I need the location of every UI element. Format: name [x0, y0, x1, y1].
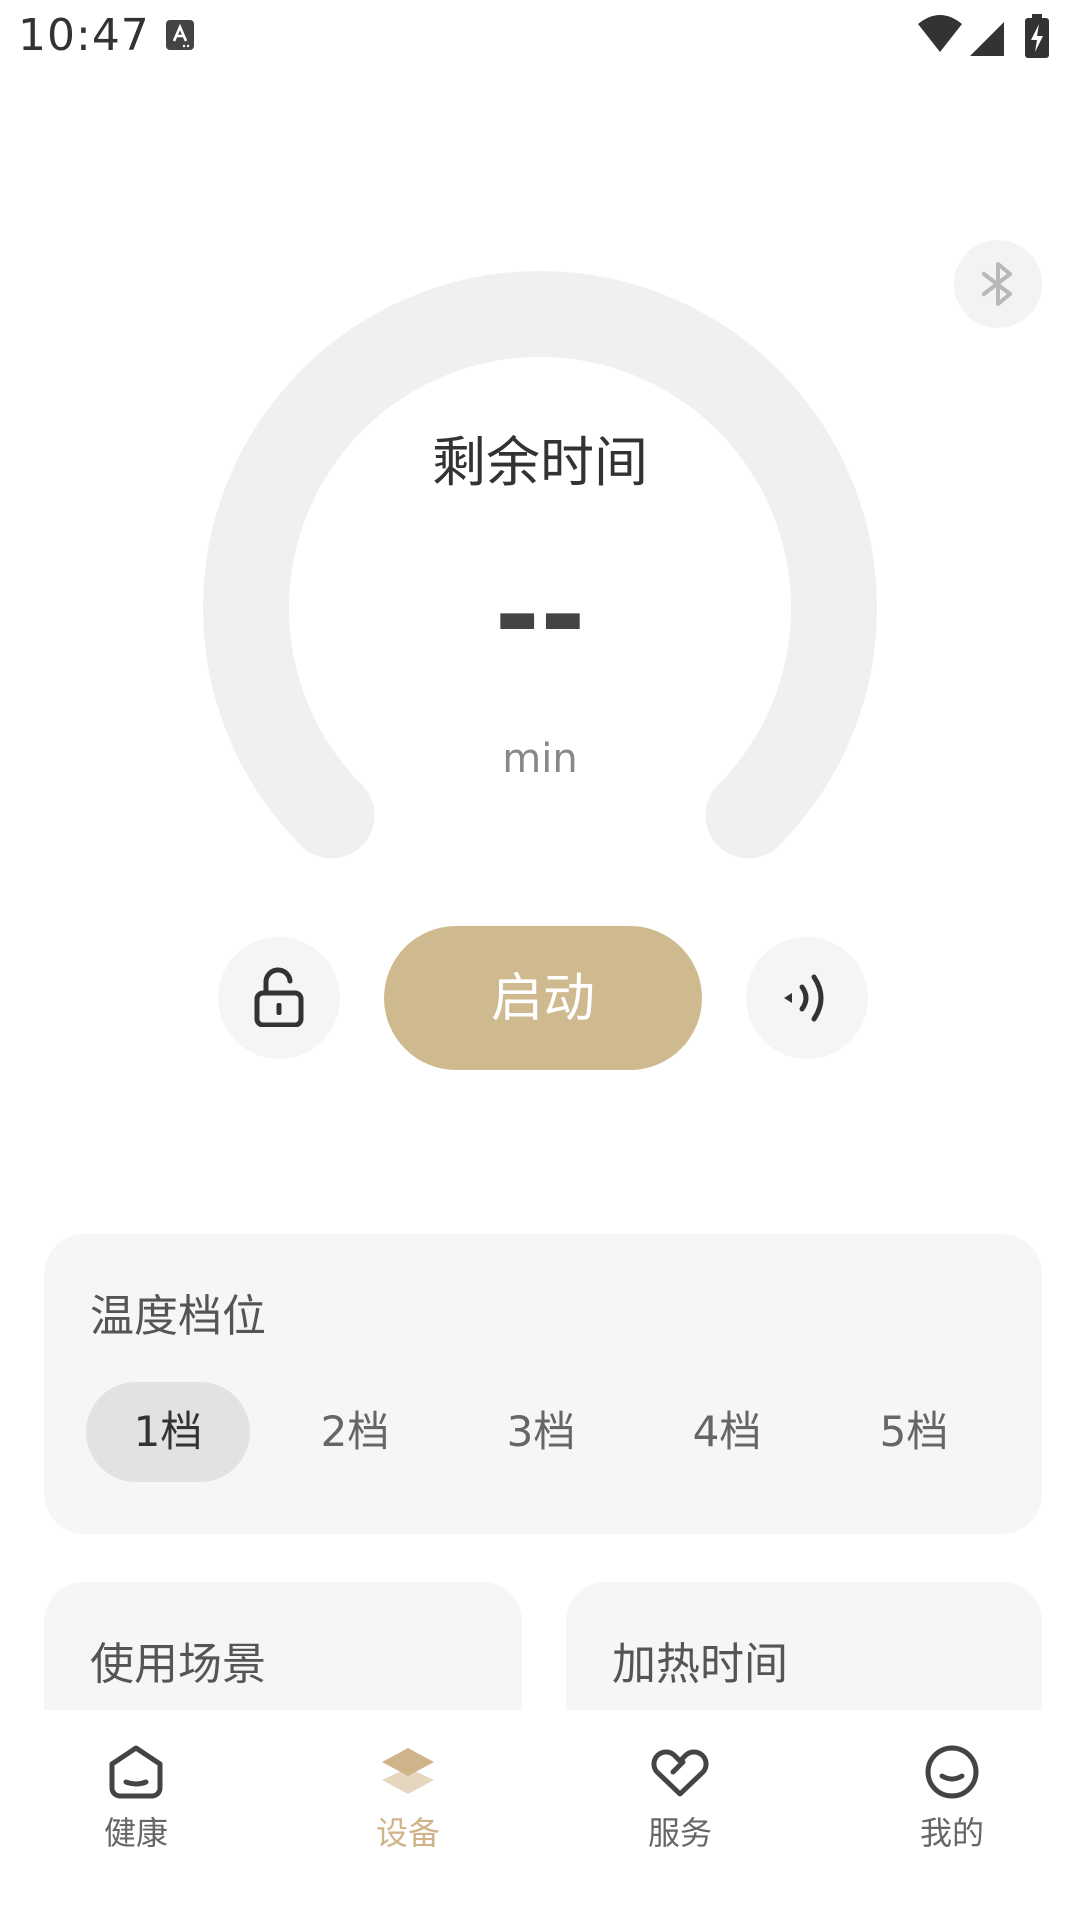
temperature-level-card: 温度档位 1档 2档 3档 4档 5档 — [44, 1234, 1042, 1534]
nav-label-health: 健康 — [103, 1814, 168, 1852]
start-button[interactable]: 启动 — [384, 926, 702, 1070]
temperature-level-5[interactable]: 5档 — [832, 1382, 996, 1482]
temperature-level-4[interactable]: 4档 — [645, 1382, 809, 1482]
nav-label-mine: 我的 — [919, 1814, 984, 1852]
layers-icon — [382, 1748, 434, 1794]
temperature-level-3[interactable]: 3档 — [459, 1382, 623, 1482]
temperature-level-title: 温度档位 — [90, 1291, 266, 1342]
temperature-level-options: 1档 2档 3档 4档 5档 — [86, 1382, 1016, 1482]
device-screen: 10:47 剩余时间 -- min 启动 温度档位 1档 2档 3档 4档 5档… — [0, 0, 1080, 1920]
unlock-icon — [254, 967, 304, 1027]
nav-item-device[interactable]: 设备 — [308, 1744, 508, 1884]
sound-button[interactable] — [746, 937, 868, 1059]
nav-label-service: 服务 — [647, 1814, 712, 1852]
gauge-title: 剩余时间 — [432, 431, 648, 494]
temperature-level-2[interactable]: 2档 — [273, 1382, 437, 1482]
home-icon — [109, 1745, 163, 1799]
nav-item-service[interactable]: 服务 — [580, 1744, 780, 1884]
nav-item-health[interactable]: 健康 — [36, 1744, 236, 1884]
temperature-level-1[interactable]: 1档 — [86, 1382, 250, 1482]
bottom-nav: 健康 设备 服务 我的 — [0, 1710, 1080, 1920]
lock-button[interactable] — [218, 937, 340, 1059]
remaining-time-value: -- — [494, 551, 586, 679]
sound-wave-icon — [784, 974, 824, 1022]
gauge-unit: min — [502, 736, 578, 782]
nav-item-mine[interactable]: 我的 — [852, 1744, 1052, 1884]
face-icon — [925, 1745, 979, 1799]
heart-icon — [651, 1749, 709, 1797]
nav-label-device: 设备 — [375, 1814, 440, 1852]
heating-time-title: 加热时间 — [612, 1639, 788, 1690]
remaining-time-gauge: 剩余时间 -- min — [0, 0, 1080, 900]
usage-scene-title: 使用场景 — [90, 1639, 266, 1690]
